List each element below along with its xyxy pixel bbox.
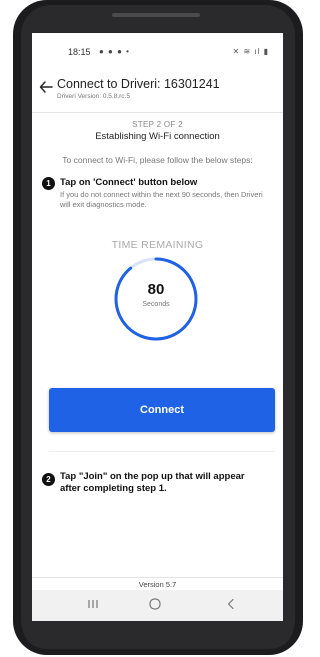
back-arrow-icon[interactable] bbox=[38, 79, 54, 95]
time-remaining-heading: TIME REMAINING bbox=[111, 239, 204, 251]
recent-apps-icon[interactable] bbox=[85, 596, 101, 612]
header-divider bbox=[32, 112, 283, 113]
app-version: Version 5.7 bbox=[138, 580, 177, 589]
signal-battery-icons: ✕ ≋ ıl ▮ bbox=[232, 47, 269, 56]
app-bar: Connect to Driveri: 16301241 Driveri Ver… bbox=[32, 71, 283, 111]
countdown-ring-progress bbox=[114, 257, 198, 341]
speaker-grille bbox=[112, 13, 200, 17]
system-nav-bar bbox=[32, 590, 283, 621]
step-1-title: Tap on 'Connect' button below bbox=[60, 177, 198, 188]
step-1-description: If you do not connect within the next 90… bbox=[60, 190, 263, 209]
countdown-unit: Seconds bbox=[142, 301, 170, 308]
step-2-title: Tap "Join" on the pop up that will appea… bbox=[60, 471, 245, 494]
home-icon[interactable] bbox=[147, 596, 163, 612]
notification-icons: ● ● ● • bbox=[99, 47, 130, 56]
step-indicator: STEP 2 OF 2 bbox=[132, 120, 183, 129]
instruction-text: To connect to Wi-Fi, please follow the b… bbox=[62, 155, 253, 165]
driveri-version: Driveri Version: 0.5.8.rc.5 bbox=[57, 93, 130, 100]
step-title: Establishing Wi-Fi connection bbox=[95, 131, 220, 142]
step-1-badge: 1 bbox=[42, 177, 55, 190]
app-screen: 18:15 ● ● ● • ✕ ≋ ıl ▮ Connect to Driver… bbox=[32, 33, 283, 621]
status-bar: 18:15 ● ● ● • ✕ ≋ ıl ▮ bbox=[32, 33, 283, 71]
back-chevron-icon[interactable] bbox=[223, 596, 239, 612]
phone-chin bbox=[22, 625, 294, 649]
section-divider bbox=[49, 451, 275, 452]
countdown-ring bbox=[114, 257, 198, 341]
step-2-badge: 2 bbox=[42, 473, 55, 486]
footer-divider bbox=[32, 577, 283, 578]
countdown-value: 80 bbox=[147, 281, 165, 298]
status-time: 18:15 bbox=[68, 47, 91, 57]
connect-button[interactable]: Connect bbox=[49, 388, 275, 432]
page-title: Connect to Driveri: 16301241 bbox=[57, 77, 220, 91]
phone-mockup: 18:15 ● ● ● • ✕ ≋ ıl ▮ Connect to Driver… bbox=[0, 0, 316, 657]
